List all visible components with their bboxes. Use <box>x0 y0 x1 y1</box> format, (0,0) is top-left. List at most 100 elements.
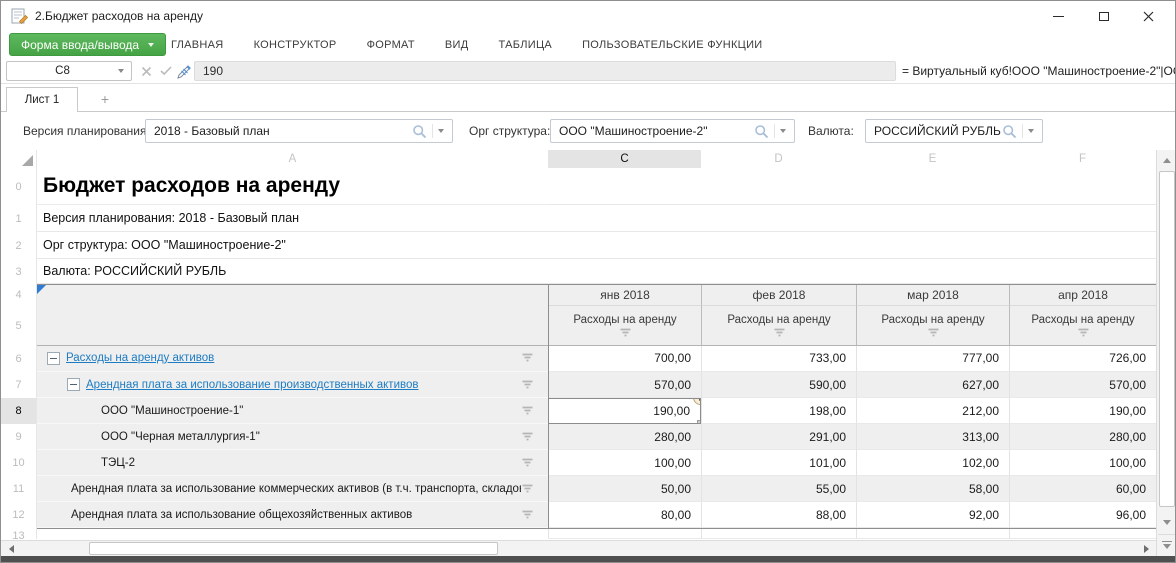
column-header-E[interactable]: E <box>856 150 1009 168</box>
column-header-C[interactable]: C <box>548 150 701 168</box>
value-cell[interactable]: 190,00 <box>1009 398 1156 424</box>
value-cell[interactable]: 280,00 <box>548 424 701 450</box>
filter-button[interactable] <box>773 328 786 338</box>
empty-cell[interactable] <box>856 232 1009 259</box>
row-header-7[interactable]: 7 <box>1 372 37 398</box>
form-io-button[interactable]: Форма ввода/вывода <box>9 33 166 56</box>
currency-combobox[interactable]: РОССИЙСКИЙ РУБЛЬ <box>865 119 1043 143</box>
value-cell[interactable]: 60,00 <box>1009 476 1156 502</box>
filter-button[interactable] <box>521 380 534 390</box>
ribbon-tab-4[interactable]: ВИД <box>445 39 469 51</box>
value-cell[interactable]: 733,00 <box>701 345 856 372</box>
row-header-5[interactable]: 5 <box>1 306 37 345</box>
value-cell[interactable]: 80,00 <box>548 502 701 528</box>
horizontal-scrollbar[interactable] <box>1 540 1156 556</box>
value-cell[interactable]: 570,00 <box>1009 372 1156 398</box>
row-label-cell[interactable]: ТЭЦ-2 <box>37 450 548 476</box>
value-cell[interactable]: 726,00 <box>1009 345 1156 372</box>
row-header-10[interactable]: 10 <box>1 450 37 476</box>
value-cell[interactable]: 198,00 <box>701 398 856 424</box>
ribbon-tab-6[interactable]: ПОЛЬЗОВАТЕЛЬСКИЕ ФУНКЦИИ <box>582 39 762 51</box>
empty-cell[interactable] <box>548 168 701 205</box>
vertical-scrollbar-thumb[interactable] <box>1159 171 1175 507</box>
value-cell[interactable]: 50,00 <box>548 476 701 502</box>
info-cell[interactable]: Орг структура: ООО "Машиностроение-2" <box>37 232 548 259</box>
empty-cell[interactable] <box>856 528 1009 539</box>
select-all-corner[interactable] <box>1 150 37 168</box>
row-label-cell[interactable]: ООО "Машиностроение-1" <box>37 398 548 424</box>
row-header-9[interactable]: 9 <box>1 424 37 450</box>
empty-cell[interactable] <box>701 205 856 232</box>
row-label-cell[interactable]: Расходы на аренду активов <box>37 345 548 372</box>
value-cell[interactable]: 88,00 <box>701 502 856 528</box>
cell-action-badge[interactable] <box>693 398 701 405</box>
filter-button[interactable] <box>521 353 534 363</box>
row-header-11[interactable]: 11 <box>1 476 37 502</box>
row-header-12[interactable]: 12 <box>1 502 37 528</box>
row-label-cell[interactable]: Арендная плата за использование общехозя… <box>37 502 548 528</box>
row-label-cell[interactable]: Арендная плата за использование производ… <box>37 372 548 398</box>
column-header-D[interactable]: D <box>701 150 856 168</box>
row-header-13[interactable]: 13 <box>1 528 37 539</box>
month-header-cell[interactable]: мар 2018 <box>856 284 1009 306</box>
selected-cell-C8[interactable]: 190,00 <box>548 398 701 424</box>
filter-button[interactable] <box>521 406 534 416</box>
empty-cell[interactable] <box>701 232 856 259</box>
empty-cell[interactable] <box>701 168 856 205</box>
month-header-cell[interactable]: янв 2018 <box>548 284 701 306</box>
value-cell[interactable]: 313,00 <box>856 424 1009 450</box>
empty-cell[interactable] <box>856 168 1009 205</box>
scroll-up-button[interactable] <box>1158 151 1176 169</box>
filter-button[interactable] <box>619 328 632 338</box>
measure-header-cell[interactable]: Расходы на аренду <box>548 306 701 345</box>
column-header-F[interactable]: F <box>1009 150 1156 168</box>
edit-formula-button[interactable] <box>176 63 194 79</box>
value-cell[interactable]: 101,00 <box>701 450 856 476</box>
report-title-cell[interactable]: Бюджет расходов на аренду <box>37 168 548 205</box>
filter-button[interactable] <box>521 484 534 494</box>
column-header-A[interactable]: A <box>37 150 548 168</box>
info-cell[interactable]: Версия планирования: 2018 - Базовый план <box>37 205 548 232</box>
row-label-link[interactable]: Расходы на аренду активов <box>66 352 521 364</box>
value-cell[interactable]: 92,00 <box>856 502 1009 528</box>
filter-button[interactable] <box>521 458 534 468</box>
close-button[interactable] <box>1126 1 1171 31</box>
empty-cell[interactable] <box>1009 205 1156 232</box>
empty-cell[interactable] <box>856 205 1009 232</box>
filter-button[interactable] <box>1077 328 1090 338</box>
org-structure-combobox[interactable]: ООО "Машиностроение-2" <box>550 119 795 143</box>
cancel-entry-button[interactable] <box>137 63 155 79</box>
month-header-cell[interactable]: апр 2018 <box>1009 284 1156 306</box>
ribbon-tab-2[interactable]: КОНСТРУКТОР <box>254 39 337 51</box>
empty-cell[interactable] <box>1009 168 1156 205</box>
value-cell[interactable]: 58,00 <box>856 476 1009 502</box>
row-header-4[interactable]: 4 <box>1 284 37 306</box>
row-header-1[interactable]: 1 <box>1 205 37 232</box>
value-cell[interactable]: 291,00 <box>701 424 856 450</box>
empty-cell[interactable] <box>37 528 548 539</box>
cell-name-box[interactable]: C8 <box>6 61 132 81</box>
maximize-button[interactable] <box>1081 1 1126 31</box>
add-sheet-button[interactable]: + <box>89 87 121 111</box>
value-cell[interactable]: 570,00 <box>548 372 701 398</box>
info-cell[interactable]: Валюта: РОССИЙСКИЙ РУБЛЬ <box>37 259 548 284</box>
row-label-cell[interactable]: Арендная плата за использование коммерче… <box>37 476 548 502</box>
month-header-cell[interactable]: фев 2018 <box>701 284 856 306</box>
empty-cell[interactable] <box>548 232 701 259</box>
filter-button[interactable] <box>521 432 534 442</box>
header-corner-cell[interactable] <box>37 306 548 345</box>
value-cell[interactable]: 280,00 <box>1009 424 1156 450</box>
empty-cell[interactable] <box>701 528 856 539</box>
row-label-link[interactable]: Арендная плата за использование производ… <box>86 379 521 391</box>
vertical-scrollbar[interactable] <box>1156 150 1176 556</box>
planning-version-combobox[interactable]: 2018 - Базовый план <box>145 119 453 143</box>
scroll-right-button[interactable] <box>1138 542 1154 556</box>
scroll-down-button[interactable] <box>1158 513 1176 531</box>
filter-button[interactable] <box>927 328 940 338</box>
value-cell[interactable]: 100,00 <box>548 450 701 476</box>
value-cell[interactable]: 55,00 <box>701 476 856 502</box>
empty-cell[interactable] <box>548 528 701 539</box>
split-view-button[interactable] <box>1158 534 1176 554</box>
empty-cell[interactable] <box>548 205 701 232</box>
value-cell[interactable]: 102,00 <box>856 450 1009 476</box>
